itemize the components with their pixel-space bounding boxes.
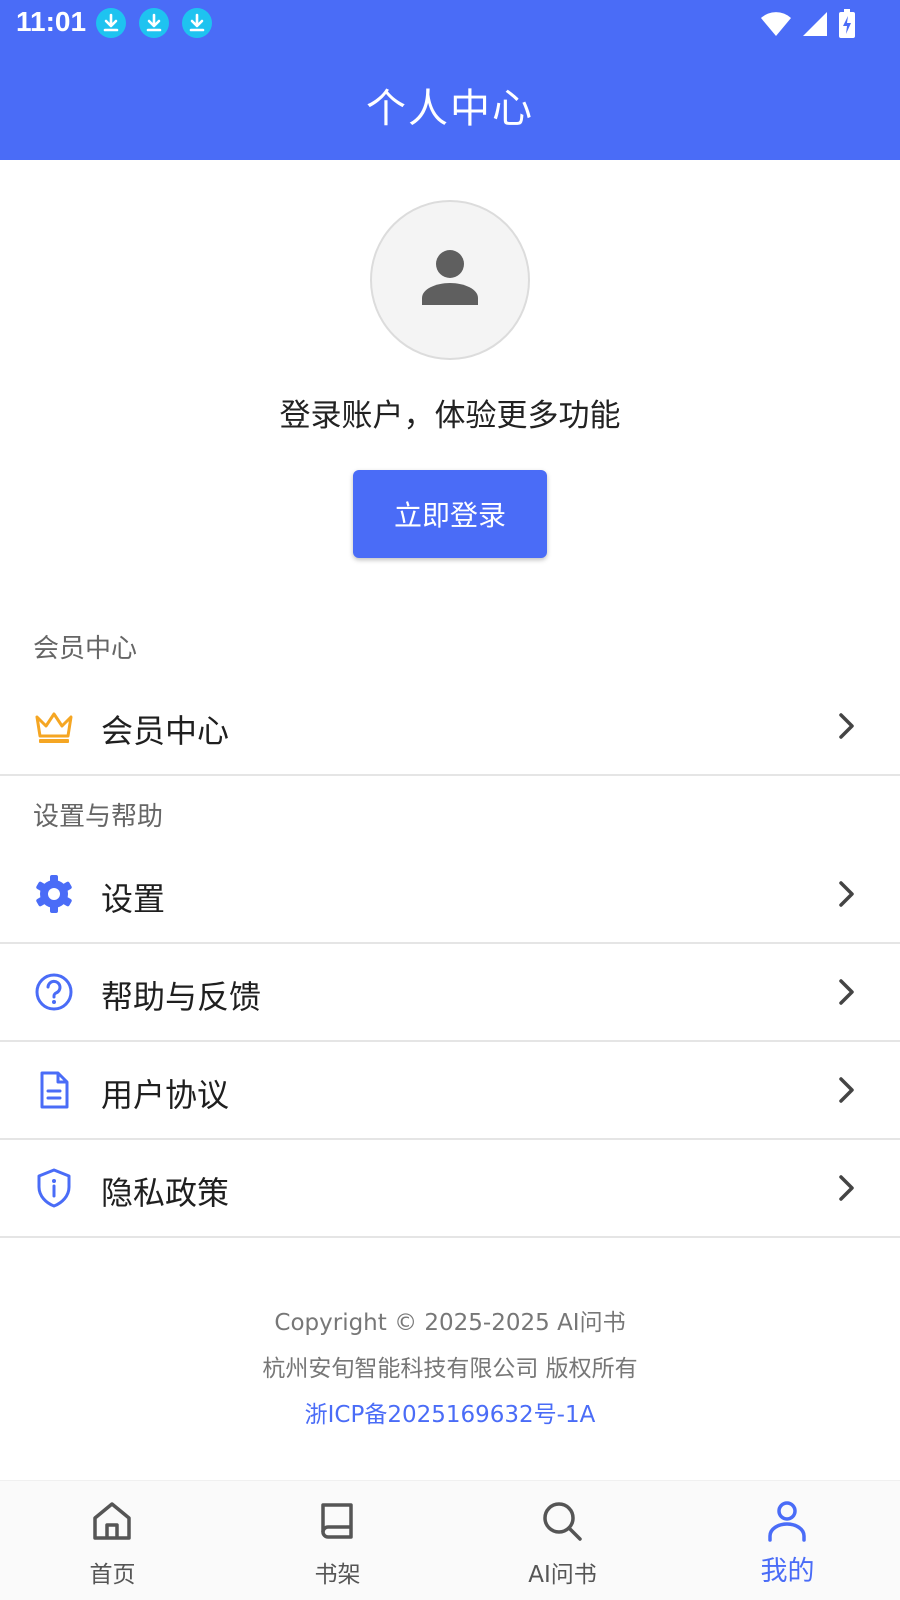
copyright-text: Copyright © 2025-2025 AI问书 xyxy=(274,1310,626,1336)
chevron-right-icon xyxy=(839,979,854,1005)
menu-item-label: 会员中心 xyxy=(101,712,230,750)
book-icon xyxy=(321,1503,353,1539)
search-icon xyxy=(543,1502,582,1541)
tab-label: 我的 xyxy=(760,1556,815,1587)
cell-signal-icon xyxy=(803,12,827,36)
user-icon xyxy=(768,1501,806,1542)
download-notification-icon xyxy=(182,8,212,38)
tab-label: 书架 xyxy=(314,1562,361,1588)
menu-item-label: 设置 xyxy=(101,880,166,918)
login-button[interactable]: 立即登录 xyxy=(353,470,547,558)
section-title-settings: 设置与帮助 xyxy=(33,802,164,832)
menu-item-label: 帮助与反馈 xyxy=(101,978,262,1016)
login-prompt: 登录账户，体验更多功能 xyxy=(279,398,621,434)
battery-charging-icon xyxy=(839,9,855,38)
tab-mine[interactable]: 我的 xyxy=(675,1481,900,1600)
help-circle-icon xyxy=(35,973,73,1011)
home-icon xyxy=(93,1502,131,1540)
status-bar: 11:01 xyxy=(0,0,900,50)
menu-item-user-agreement[interactable]: 用户协议 xyxy=(0,1042,900,1140)
icp-link[interactable]: 浙ICP备2025169632号-1A xyxy=(0,1392,900,1438)
gear-icon xyxy=(36,875,72,913)
status-time: 11:01 xyxy=(16,6,87,37)
section-title-membership: 会员中心 xyxy=(33,634,138,664)
footer: Copyright © 2025-2025 AI问书 杭州安旬智能科技有限公司 … xyxy=(0,1300,900,1438)
tab-bookshelf[interactable]: 书架 xyxy=(225,1481,450,1600)
menu-item-label: 用户协议 xyxy=(101,1076,230,1114)
tab-label: 首页 xyxy=(89,1562,136,1588)
document-icon xyxy=(40,1071,69,1109)
download-notification-icon xyxy=(139,8,169,38)
shield-info-icon xyxy=(37,1168,71,1208)
tab-ai-ask-book[interactable]: AI问书 xyxy=(450,1481,675,1600)
menu-item-privacy-policy[interactable]: 隐私政策 xyxy=(0,1140,900,1238)
download-notification-icon xyxy=(96,8,126,38)
profile-section: 登录账户，体验更多功能 立即登录 xyxy=(0,160,900,600)
company-text: 杭州安旬智能科技有限公司 版权所有 xyxy=(262,1356,638,1382)
menu-item-membership[interactable]: 会员中心 xyxy=(0,678,900,776)
chevron-right-icon xyxy=(839,881,854,907)
app-header: 11:01 个人中心 xyxy=(0,0,900,160)
tab-home[interactable]: 首页 xyxy=(0,1481,225,1600)
tab-label: AI问书 xyxy=(528,1562,597,1588)
avatar[interactable] xyxy=(370,200,530,360)
page-title: 个人中心 xyxy=(366,86,534,132)
person-icon xyxy=(422,250,478,305)
wifi-icon xyxy=(761,12,791,36)
menu-item-label: 隐私政策 xyxy=(101,1174,230,1212)
chevron-right-icon xyxy=(839,1175,854,1201)
bottom-nav: 首页 书架 AI问书 我的 xyxy=(0,1480,900,1600)
chevron-right-icon xyxy=(839,1077,854,1103)
crown-icon xyxy=(35,712,73,743)
chevron-right-icon xyxy=(839,713,854,739)
menu-item-help-feedback[interactable]: 帮助与反馈 xyxy=(0,944,900,1042)
menu-item-settings[interactable]: 设置 xyxy=(0,846,900,944)
